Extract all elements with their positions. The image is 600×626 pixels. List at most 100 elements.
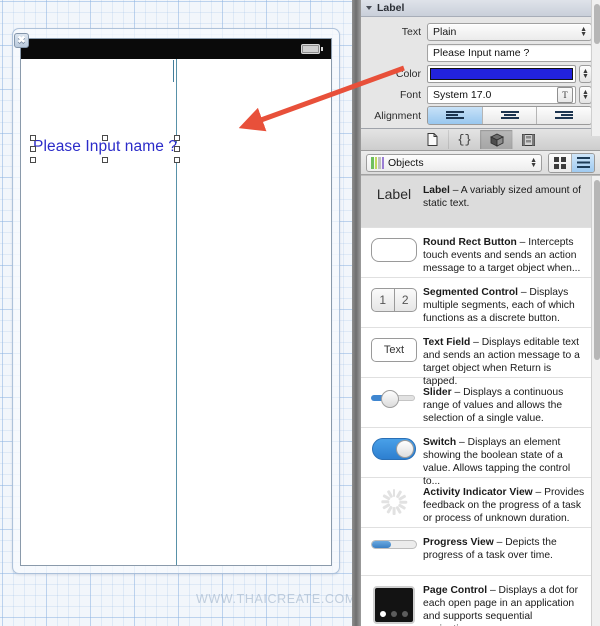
selection-handle-mr[interactable]	[174, 146, 180, 152]
library-filter-bar: Objects ▲ ▼	[361, 151, 600, 175]
label-text-input[interactable]: Please Input name ?	[427, 43, 592, 62]
battery-icon	[301, 44, 323, 54]
slider-thumb	[368, 386, 420, 408]
list-item-text: Switch – Displays an element showing the…	[420, 436, 586, 488]
list-item-title: Switch	[423, 437, 457, 448]
list-item-title: Progress View	[423, 537, 494, 548]
list-item-title: Activity Indicator View	[423, 487, 533, 498]
library-view-mode-group[interactable]	[548, 152, 595, 173]
selection-handle-tr[interactable]	[174, 135, 180, 141]
font-picker-icon[interactable]: T	[557, 86, 573, 103]
list-item-title: Segmented Control	[423, 287, 518, 298]
list-item-text: Page Control – Displays a dot for each o…	[420, 584, 586, 626]
progress-view-thumb	[368, 536, 420, 550]
font-row: Font System 17.0 T ▲ ▼	[361, 85, 592, 104]
selection-handle-ml[interactable]	[30, 146, 36, 152]
text-style-popup[interactable]: Plain ▲ ▼	[427, 22, 592, 41]
alignment-guide-top	[176, 59, 177, 143]
align-left-icon[interactable]	[428, 107, 483, 124]
list-item[interactable]: Label Label – A variably sized amount of…	[361, 176, 600, 228]
list-item[interactable]: 12 Segmented Control – Displays multiple…	[361, 278, 600, 328]
library-category-icon	[371, 156, 384, 169]
alignment-segmented-control[interactable]	[427, 106, 592, 125]
switch-thumb	[368, 436, 420, 460]
activity-indicator-thumb	[368, 486, 420, 516]
watermark: WWW.THAICREATE.COM	[196, 592, 352, 606]
alignment-row: Alignment	[361, 106, 592, 125]
media-icon[interactable]	[512, 130, 544, 149]
alignment-row-label: Alignment	[374, 109, 421, 122]
list-item[interactable]: Round Rect Button – Intercepts touch eve…	[361, 228, 600, 278]
inspector-scrollbar-thumb[interactable]	[593, 4, 600, 44]
font-row-label: Font	[399, 88, 421, 101]
list-item[interactable]: Activity Indicator View – Provides feedb…	[361, 478, 600, 528]
align-center-icon[interactable]	[482, 107, 538, 124]
text-content-row: Please Input name ?	[361, 43, 592, 62]
list-item-text: Activity Indicator View – Provides feedb…	[420, 486, 586, 525]
grid-view-icon[interactable]	[549, 153, 572, 172]
inspector-title: Label	[377, 2, 405, 14]
file-template-icon[interactable]	[417, 130, 448, 149]
inspector-section-header[interactable]: Label	[361, 0, 600, 17]
label-thumb-text: Label	[376, 186, 412, 202]
text-field-thumb: Text	[368, 336, 420, 362]
list-item-text: Slider – Displays a continuous range of …	[420, 386, 586, 425]
text-row: Text Plain ▲ ▼	[361, 22, 592, 41]
label-thumb: Label	[368, 184, 420, 202]
library-category-value: Objects	[388, 156, 424, 169]
color-row-label: Color	[395, 67, 421, 80]
list-item-title: Slider	[423, 387, 452, 398]
chevron-updown-icon: ▲ ▼	[580, 25, 587, 38]
chevron-updown-icon: ▲ ▼	[530, 156, 537, 169]
list-item-title: Page Control	[423, 585, 488, 596]
list-item-title: Label	[423, 185, 450, 196]
alignment-guide-short	[173, 60, 174, 82]
list-item-text: Progress View – Depicts the progress of …	[420, 536, 586, 562]
library-scrollbar[interactable]	[591, 176, 600, 626]
list-item-title: Text Field	[423, 337, 471, 348]
selection-handle-bl[interactable]	[30, 157, 36, 163]
list-item-text: Round Rect Button – Intercepts touch eve…	[420, 236, 586, 275]
text-field-thumb-text: Text	[371, 338, 417, 362]
canvas-pane[interactable]: ✖ Please Input name ? WWW.THAICREATE.COM	[0, 0, 352, 626]
device-screen[interactable]: Please Input name ?	[20, 38, 332, 566]
list-item[interactable]: Slider – Displays a continuous range of …	[361, 378, 600, 428]
list-item-title: Round Rect Button	[423, 237, 517, 248]
list-item[interactable]: Page Control – Displays a dot for each o…	[361, 576, 600, 626]
chevron-down-icon[interactable]	[366, 6, 372, 10]
list-item[interactable]: Progress View – Depicts the progress of …	[361, 528, 600, 576]
code-snippet-icon[interactable]: {}	[448, 130, 480, 149]
library-category-popup[interactable]: Objects ▲ ▼	[366, 153, 542, 172]
color-swatch[interactable]	[430, 67, 573, 80]
library-toolbar: {}	[361, 129, 600, 151]
status-bar	[21, 39, 331, 59]
xcode-interface-builder-window: ✖ Please Input name ? WWW.THAICREATE.COM…	[0, 0, 600, 626]
color-row: Color ▲ ▼	[361, 64, 592, 83]
close-icon[interactable]: ✖	[14, 33, 29, 48]
list-item-text: Segmented Control – Displays multiple se…	[420, 286, 586, 325]
page-control-thumb	[368, 584, 420, 624]
list-item-text: Text Field – Displays editable text and …	[420, 336, 586, 388]
canvas-vertical-scrollbar[interactable]	[352, 0, 361, 626]
segmented-control-thumb: 12	[368, 286, 420, 312]
list-item[interactable]: Text Text Field – Displays editable text…	[361, 328, 600, 387]
attributes-inspector: Text Plain ▲▼ Please Input name ? Color	[361, 17, 600, 129]
selection-handle-br[interactable]	[174, 157, 180, 163]
inspector-scrollbar[interactable]	[591, 0, 600, 136]
list-item-text: Label – A variably sized amount of stati…	[420, 184, 586, 210]
selection-handle-bc[interactable]	[102, 157, 108, 163]
library-scrollbar-thumb[interactable]	[593, 180, 600, 360]
align-right-icon[interactable]	[537, 107, 591, 124]
font-field[interactable]: System 17.0 T	[427, 85, 576, 104]
list-item[interactable]: Switch – Displays an element showing the…	[361, 428, 600, 487]
selection-handle-tc[interactable]	[102, 135, 108, 141]
list-view-icon[interactable]	[572, 153, 594, 172]
font-value: System 17.0	[433, 88, 492, 101]
alignment-guide-bottom	[176, 157, 177, 565]
round-rect-button-thumb	[368, 236, 420, 262]
selection-handle-tl[interactable]	[30, 135, 36, 141]
text-row-label: Text	[401, 25, 421, 38]
objects-cube-icon[interactable]	[480, 130, 512, 149]
library-list[interactable]: Label Label – A variably sized amount of…	[361, 175, 600, 626]
color-well[interactable]	[427, 64, 576, 83]
